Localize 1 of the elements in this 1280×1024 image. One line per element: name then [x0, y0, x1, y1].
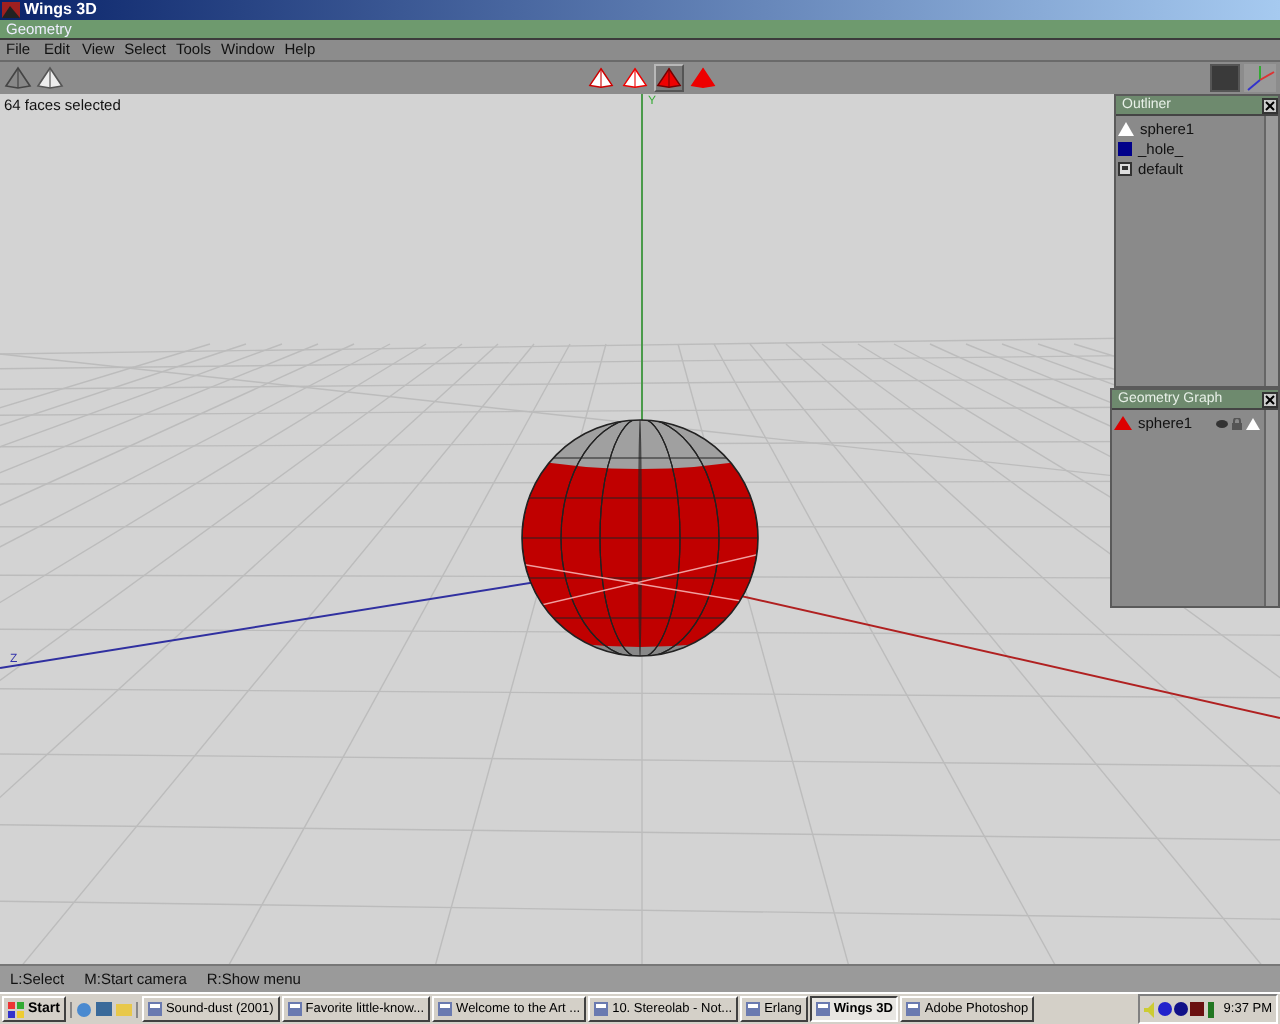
window-title: Wings 3D [24, 0, 97, 20]
